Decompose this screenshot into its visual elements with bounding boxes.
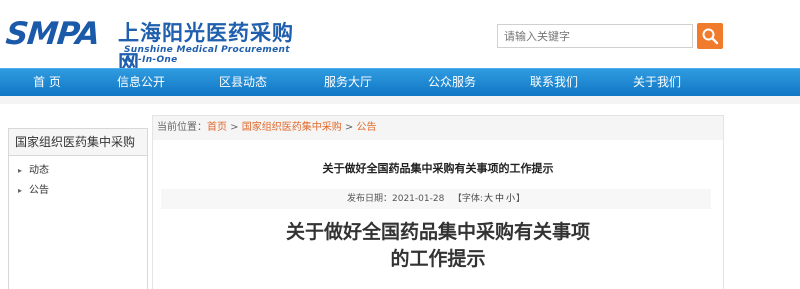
nav-item-contact-us[interactable]: 联系我们 (509, 69, 599, 96)
search-icon (702, 28, 719, 45)
site-header: SMPA 上海阳光医药采购网 Sunshine Medical Procurem… (0, 0, 800, 75)
article-meta: 发布日期：2021-01-28 【字体:大中小】 (161, 189, 711, 209)
sidebar-item-label: 公告 (29, 185, 49, 196)
sidebar-item-label: 动态 (29, 165, 49, 176)
bullet-icon: ▸ (18, 166, 23, 175)
font-size-large-link[interactable]: 大 (484, 194, 493, 204)
main-nav: 首 页 信息公开 区县动态 服务大厅 公众服务 联系我们 关于我们 (0, 68, 800, 96)
article-title: 关于做好全国药品集中采购有关事项 的工作提示 (153, 219, 723, 273)
breadcrumb-home-link[interactable]: 首页 (207, 122, 227, 133)
publish-date: 2021-01-28 (392, 194, 445, 204)
breadcrumb: 当前位置：首页 > 国家组织医药集中采购 > 公告 (153, 116, 723, 140)
nav-item-public-service[interactable]: 公众服务 (407, 69, 497, 96)
article-heading: 关于做好全国药品集中采购有关事项的工作提示 (322, 162, 554, 175)
font-size-label-close: 】 (516, 194, 526, 204)
article-panel: 当前位置：首页 > 国家组织医药集中采购 > 公告 关于做好全国药品集中采购有关… (152, 115, 724, 289)
logo-smpa-text: SMPA (4, 16, 101, 52)
breadcrumb-separator: > (227, 122, 242, 133)
search-input[interactable] (497, 24, 693, 48)
sidebar-item-announcement[interactable]: ▸ 公告 (9, 181, 147, 201)
logo-english-name: Sunshine Medical Procurement All-In-One (124, 45, 290, 65)
sidebar-title: 国家组织医药集中采购 (9, 129, 147, 156)
font-size-small-link[interactable]: 小 (506, 194, 515, 204)
article-title-line-1: 关于做好全国药品集中采购有关事项 (285, 221, 590, 243)
search-button[interactable] (697, 23, 723, 49)
breadcrumb-separator: > (341, 122, 357, 133)
site-logo[interactable]: SMPA 上海阳光医药采购网 Sunshine Medical Procurem… (4, 10, 306, 75)
publish-date-label: 发布日期： (346, 194, 392, 204)
nav-item-district-news[interactable]: 区县动态 (198, 69, 288, 96)
nav-item-about-us[interactable]: 关于我们 (612, 69, 702, 96)
sidebar: 国家组织医药集中采购 ▸ 动态 ▸ 公告 (8, 128, 148, 289)
sidebar-item-news[interactable]: ▸ 动态 (9, 161, 147, 181)
nav-item-service-hall[interactable]: 服务大厅 (303, 69, 393, 96)
nav-item-info-disclosure[interactable]: 信息公开 (96, 69, 186, 96)
nav-divider (0, 96, 800, 104)
article-title-line-2: 的工作提示 (390, 248, 486, 270)
font-size-label-open: 【字体: (452, 194, 483, 204)
font-size-medium-link[interactable]: 中 (495, 194, 504, 204)
breadcrumb-section-link[interactable]: 国家组织医药集中采购 (242, 122, 342, 133)
breadcrumb-prefix: 当前位置： (157, 122, 207, 133)
breadcrumb-current-link[interactable]: 公告 (357, 122, 377, 133)
bullet-icon: ▸ (18, 186, 23, 195)
nav-item-home[interactable]: 首 页 (2, 69, 92, 96)
